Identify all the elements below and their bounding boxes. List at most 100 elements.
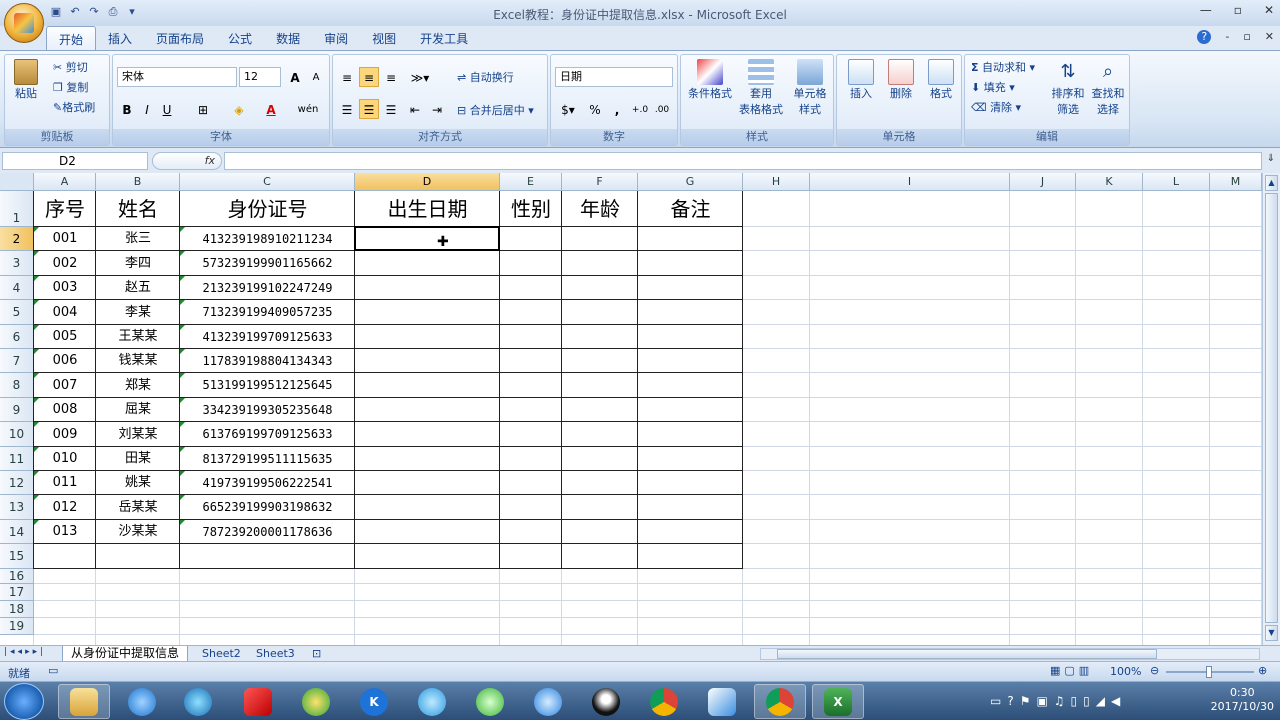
delete-cells-button[interactable]: 删除 [883,59,919,101]
hscroll-thumb[interactable] [777,649,1157,659]
cell-name[interactable]: 王某某 [96,325,180,349]
clear-button[interactable]: ⌫ 清除 ▾ [971,99,1021,115]
tab-insert[interactable]: 插入 [96,26,144,50]
format-cells-button[interactable]: 格式 [923,59,959,101]
align-middle-icon[interactable]: ≡ [359,67,379,87]
row-header-19[interactable]: 19 [0,618,34,635]
cell-id-number[interactable]: 787239200001178636 [180,520,355,544]
column-header-l[interactable]: L [1143,173,1210,191]
row-header-12[interactable]: 12 [0,471,34,495]
cell-name[interactable]: 沙某某 [96,520,180,544]
cell-id-number[interactable]: 213239199102247249 [180,276,355,300]
insert-cells-button[interactable]: 插入 [843,59,879,101]
row-header-11[interactable]: 11 [0,447,34,471]
cell-id-number[interactable]: 713239199409057235 [180,300,355,325]
merge-center-button[interactable]: ⊟ 合并后居中 ▾ [457,102,534,118]
row-header-7[interactable]: 7 [0,349,34,373]
explorer-taskbar-item[interactable] [58,684,110,719]
font-name-combo[interactable]: 宋体 [117,67,237,87]
excel-taskbar-item[interactable]: X [812,684,864,719]
cell-seq[interactable]: 004 [34,300,96,325]
number-format-combo[interactable]: 日期 [555,67,673,87]
format-painter-button[interactable]: ✎格式刷 [53,99,95,115]
column-header-b[interactable]: B [96,173,180,191]
font-color-button[interactable]: A [261,99,281,119]
cell-name[interactable]: 张三 [96,227,180,251]
border-icon[interactable]: ⊞ [193,99,213,119]
minimize-button[interactable]: — [1200,3,1212,17]
column-header-h[interactable]: H [743,173,810,191]
italic-button[interactable]: I [137,99,157,119]
formula-input[interactable] [224,152,1262,170]
name-box[interactable]: D2 [2,152,148,170]
align-left-icon[interactable]: ☰ [337,99,357,119]
cell-styles-button[interactable]: 单元格 样式 [789,59,831,117]
fill-button[interactable]: ⬇ 填充 ▾ [971,79,1015,95]
align-bottom-icon[interactable]: ≡ [381,67,401,87]
vertical-scrollbar[interactable]: ▲ ▼ [1262,173,1280,645]
row-header-6[interactable]: 6 [0,325,34,349]
conditional-format-button[interactable]: 条件格式 [685,59,735,101]
cell-id-number[interactable]: 413239198910211234 [180,227,355,251]
row-header-4[interactable]: 4 [0,276,34,300]
decrease-decimal-button[interactable]: .00 [651,99,673,119]
zoom-in-icon[interactable]: ⊕ [1258,664,1267,677]
ie-taskbar-item[interactable] [116,684,168,719]
phonetic-button[interactable]: wén [293,99,323,119]
autosum-button[interactable]: Σ 自动求和 ▾ [971,59,1035,75]
cell-seq[interactable]: 010 [34,447,96,471]
cell-seq[interactable]: 009 [34,422,96,447]
insert-sheet-icon[interactable]: ⊡ [304,646,329,662]
sort-filter-button[interactable]: ⇅ 排序和 筛选 [1049,59,1087,117]
help-icon[interactable]: ? [1197,30,1212,44]
cell-seq[interactable]: 006 [34,349,96,373]
baidu-taskbar-item[interactable] [522,684,574,719]
row-header-3[interactable]: 3 [0,251,34,276]
column-header-j[interactable]: J [1010,173,1076,191]
zoom-slider-thumb[interactable] [1206,666,1212,678]
cell-name[interactable]: 李某 [96,300,180,325]
view-buttons-icon[interactable]: ▦▢▥ [1050,664,1093,677]
doc-close-button[interactable]: ✕ [1265,30,1274,44]
align-top-icon[interactable]: ≡ [337,67,357,87]
tab-view[interactable]: 视图 [360,26,408,50]
column-header-m[interactable]: M [1210,173,1262,191]
tray-icons[interactable]: ▭?⚑▣♫▯▯◢◀ [990,694,1126,708]
cell-name[interactable]: 郑某 [96,373,180,398]
cell-id-number[interactable]: 613769199709125633 [180,422,355,447]
row-header-9[interactable]: 9 [0,398,34,422]
cell-name[interactable]: 田某 [96,447,180,471]
select-all-corner[interactable] [0,173,34,191]
cell-id-number[interactable]: 573239199901165662 [180,251,355,276]
zoom-out-icon[interactable]: ⊖ [1150,664,1159,677]
clock[interactable]: 0:30 2017/10/30 [1211,686,1274,714]
row-header-18[interactable]: 18 [0,601,34,618]
cell-id-number[interactable]: 419739199506222541 [180,471,355,495]
doc-minimize-button[interactable]: - [1225,30,1229,44]
row-header-17[interactable]: 17 [0,584,34,601]
sheet-nav-icon[interactable]: |◂◂▸▸| [4,647,46,657]
align-center-icon[interactable]: ☰ [359,99,379,119]
horizontal-scrollbar[interactable] [760,648,1260,660]
start-button[interactable] [4,683,44,720]
chrome2-taskbar-item[interactable] [754,684,806,719]
chrome-taskbar-item[interactable] [638,684,690,719]
tab-home[interactable]: 开始 [46,26,97,50]
underline-button[interactable]: U [157,99,177,119]
zoom-level[interactable]: 100% [1110,665,1141,678]
align-right-icon[interactable]: ☰ [381,99,401,119]
cell-id-number[interactable]: 813729199511115635 [180,447,355,471]
cell-id-number[interactable]: 665239199903198632 [180,495,355,520]
office-button[interactable] [4,3,44,43]
macro-record-icon[interactable]: ▭ [48,664,58,677]
font-size-combo[interactable]: 12 [239,67,281,87]
shrink-font-button[interactable]: A [306,67,326,87]
cell-seq[interactable]: 005 [34,325,96,349]
cell-name[interactable]: 李四 [96,251,180,276]
insert-function-button[interactable]: fx [152,152,222,170]
media-taskbar-item[interactable] [172,684,224,719]
tab-formulas[interactable]: 公式 [216,26,264,50]
scroll-thumb[interactable] [1265,193,1278,623]
row-header-15[interactable]: 15 [0,544,34,569]
tab-developer[interactable]: 开发工具 [408,26,480,50]
